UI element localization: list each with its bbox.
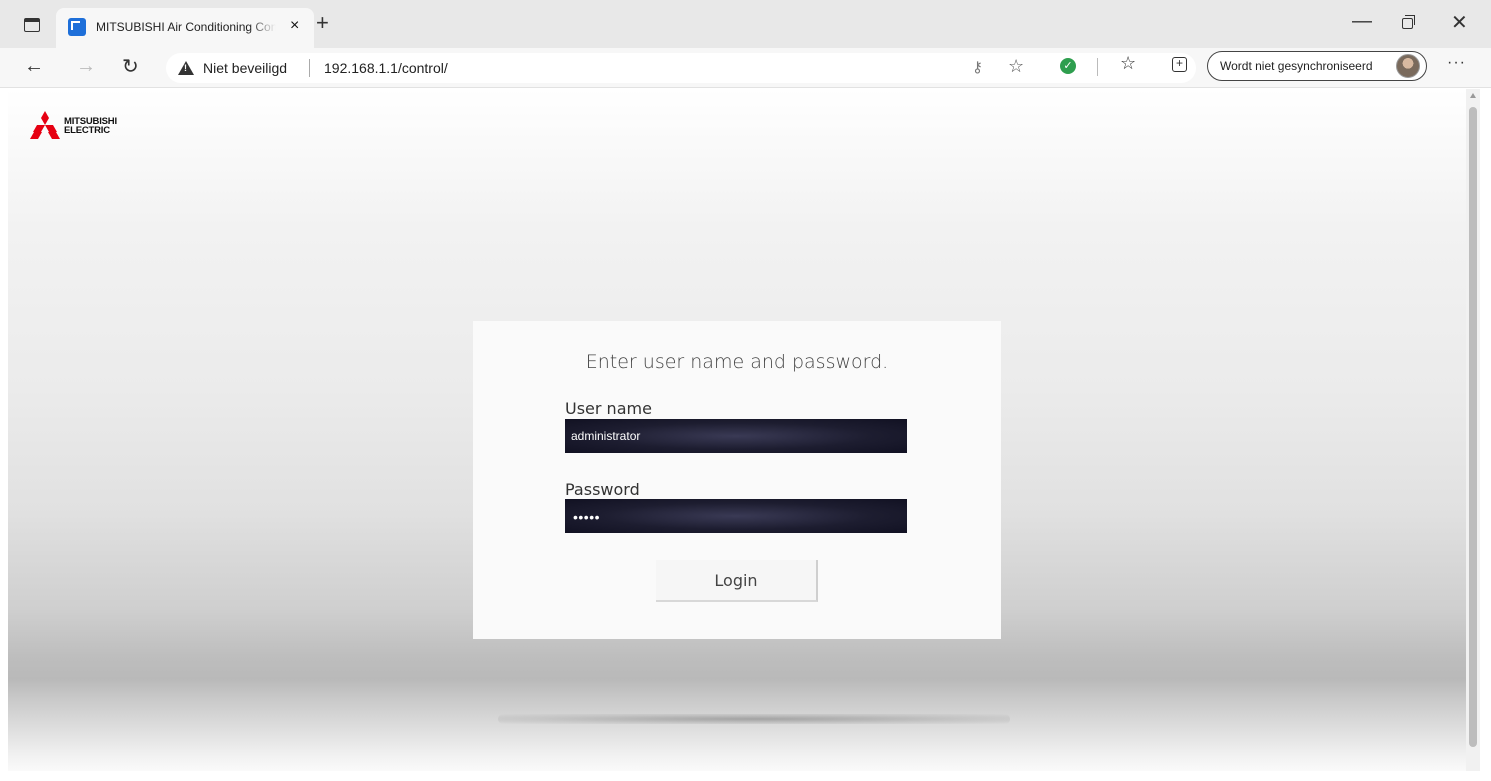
address-divider <box>309 59 310 77</box>
profile-sync-button[interactable]: Wordt niet gesynchroniseerd <box>1207 51 1427 81</box>
minimize-icon[interactable]: — <box>1352 10 1372 33</box>
password-key-icon[interactable]: ⚷ <box>972 58 983 76</box>
collections-icon[interactable]: + <box>1172 57 1187 72</box>
login-card: Enter user name and password. User name … <box>473 321 1001 639</box>
logo-line-2: ELECTRIC <box>64 125 110 136</box>
tab-title: MITSUBISHI Air Conditioning Control <box>96 20 276 34</box>
site-favicon-icon <box>68 18 86 36</box>
security-indicator[interactable]: Niet beveiligd <box>203 60 287 76</box>
window-bottom-edge <box>0 771 1491 781</box>
card-reflection <box>498 714 1010 724</box>
scroll-up-icon[interactable] <box>1470 93 1476 98</box>
tab-close-button[interactable]: × <box>290 17 299 35</box>
restore-icon[interactable] <box>1402 15 1415 29</box>
more-options-icon[interactable]: ··· <box>1447 54 1466 72</box>
username-input[interactable] <box>565 419 907 453</box>
password-masked-value: ••••• <box>573 509 601 525</box>
add-favorite-icon[interactable]: ☆ <box>1008 56 1024 77</box>
logo-text: MITSUBISHI ELECTRIC <box>64 117 117 136</box>
back-icon[interactable]: ← <box>24 55 44 78</box>
mitsubishi-logo: MITSUBISHI ELECTRIC <box>30 111 140 141</box>
close-window-icon[interactable]: ✕ <box>1451 10 1468 35</box>
new-tab-button[interactable]: + <box>316 10 329 36</box>
sync-status-label: Wordt niet gesynchroniseerd <box>1220 59 1373 73</box>
vertical-scrollbar[interactable] <box>1466 89 1480 771</box>
warning-icon[interactable] <box>178 61 194 75</box>
url-text[interactable]: 192.168.1.1/control/ <box>324 60 448 76</box>
favorites-icon[interactable]: ☆ <box>1120 53 1136 74</box>
password-input[interactable] <box>565 499 907 533</box>
address-bar[interactable]: Niet beveiligd 192.168.1.1/control/ ⚷ ☆ <box>166 53 1196 83</box>
tab-bar: MITSUBISHI Air Conditioning Control × + … <box>0 0 1491 48</box>
tab-actions-icon[interactable] <box>24 18 40 32</box>
username-label: User name <box>565 399 652 418</box>
tab-active[interactable]: MITSUBISHI Air Conditioning Control × <box>56 8 314 48</box>
toolbar-divider <box>1097 58 1098 76</box>
extension-check-icon[interactable]: ✓ <box>1060 58 1076 74</box>
avatar <box>1396 54 1420 78</box>
scrollbar-thumb[interactable] <box>1469 107 1477 747</box>
forward-icon[interactable]: → <box>76 55 96 78</box>
refresh-icon[interactable]: ↻ <box>122 54 139 79</box>
login-button[interactable]: Login <box>656 560 818 602</box>
password-label: Password <box>565 480 640 499</box>
three-diamonds-icon <box>30 111 60 139</box>
page-viewport: MITSUBISHI ELECTRIC Enter user name and … <box>8 89 1466 771</box>
login-heading: Enter user name and password. <box>585 351 889 373</box>
